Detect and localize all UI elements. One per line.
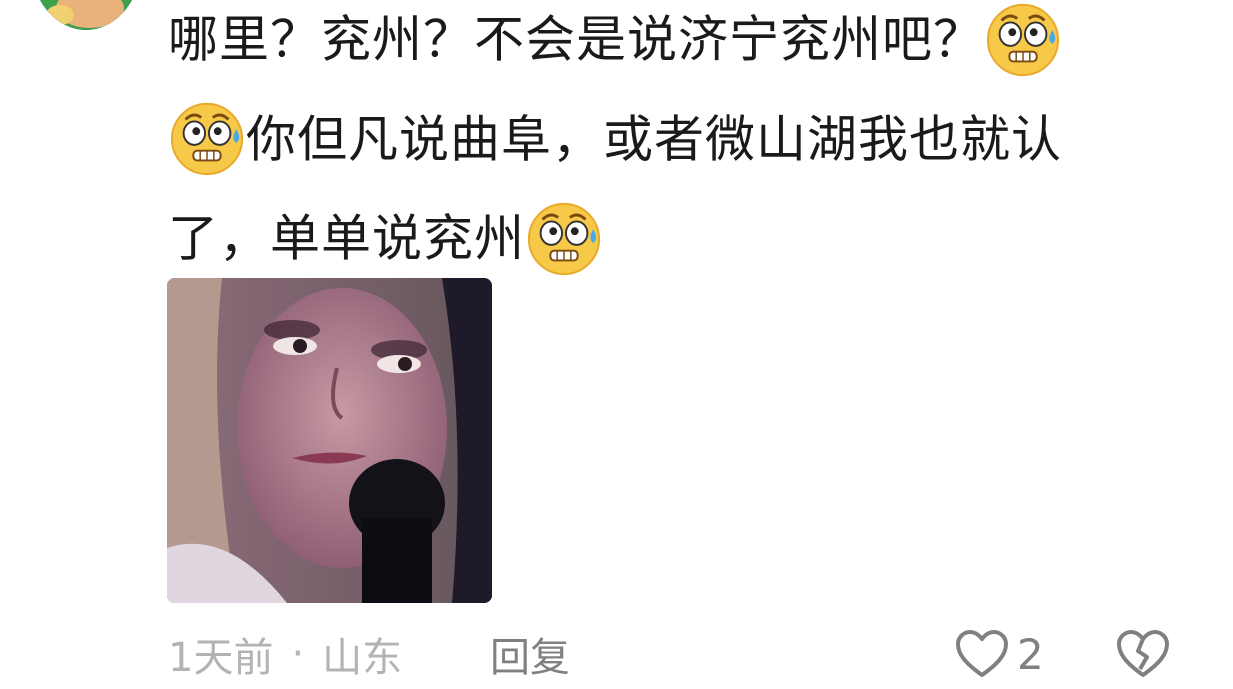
- comment-image[interactable]: [167, 278, 492, 603]
- heart-outline-icon: [956, 630, 1008, 677]
- avatar-image: [30, 0, 142, 30]
- comment-meta: 1天前 · 山东: [168, 624, 402, 684]
- comment-location: 山东: [322, 635, 403, 681]
- reply-button[interactable]: 回复: [490, 624, 570, 684]
- like-count: 2: [1017, 629, 1044, 679]
- comment-text-segment: 你但凡说曲阜，或者微山湖我也就认: [246, 110, 1062, 168]
- comment-line-3: 了，单单说兖州: [168, 187, 1168, 287]
- comment-line-2: 你但凡说曲阜，或者微山湖我也就认: [168, 88, 1168, 188]
- user-avatar[interactable]: [30, 0, 142, 30]
- singer-photo: [167, 278, 492, 603]
- comment-line-1: 哪里？兖州？不会是说济宁兖州吧？: [168, 0, 1168, 88]
- like-button[interactable]: 2: [955, 624, 1044, 684]
- anxious-sweat-emoji-icon: [525, 200, 603, 278]
- comment-page: 哪里？兖州？不会是说济宁兖州吧？ 你但凡说曲阜，或者微山湖我也就认 了，单单说兖…: [0, 0, 1233, 689]
- anxious-sweat-emoji-icon: [168, 100, 246, 178]
- comment-text-segment: 哪里？兖州？不会是说济宁兖州吧？: [168, 10, 984, 69]
- meta-separator: ·: [291, 631, 305, 677]
- broken-heart-icon: [1117, 630, 1169, 677]
- comment-time: 1天前: [168, 635, 274, 681]
- dislike-button[interactable]: [1116, 624, 1170, 684]
- comment-body: 哪里？兖州？不会是说济宁兖州吧？ 你但凡说曲阜，或者微山湖我也就认 了，单单说兖…: [168, 0, 1168, 287]
- anxious-sweat-emoji-icon: [984, 1, 1062, 79]
- comment-text-segment: 了，单单说兖州: [168, 209, 525, 268]
